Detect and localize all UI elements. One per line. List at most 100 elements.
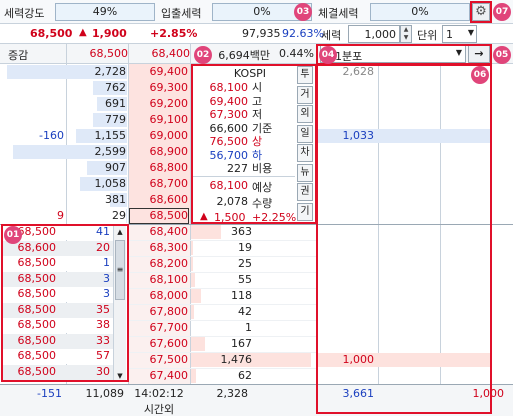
seryeok-spinner[interactable]: ▲ ▼ — [400, 25, 412, 43]
bid-price[interactable]: 67,800 — [128, 304, 189, 320]
expected-price: 68,100 — [209, 179, 249, 192]
change-value: 1,900 — [92, 27, 127, 40]
bid-price[interactable]: 67,400 — [128, 368, 189, 384]
tick-qty: 30 — [96, 364, 110, 378]
dist-value: 1,000 — [342, 353, 375, 366]
ask-qty[interactable]: 1,155 — [66, 128, 127, 144]
side-tab[interactable]: 일 — [297, 124, 313, 143]
bid-price[interactable]: 68,400 — [128, 224, 189, 240]
ask-qty[interactable]: 2,599 — [66, 144, 127, 160]
spin-up-icon[interactable]: ▲ — [401, 26, 411, 34]
interval-value: 1분포 — [335, 50, 363, 63]
expected-qty-label: 수량 — [252, 197, 273, 210]
side-tab[interactable]: 기 — [297, 202, 313, 221]
tick-price: 68,500 — [17, 333, 57, 347]
ask-qty[interactable]: 691 — [66, 96, 126, 112]
danwi-value: 1 — [446, 28, 453, 41]
ask-qty[interactable]: 381 — [66, 192, 126, 208]
dist-value: 2,628 — [342, 65, 375, 78]
bid-row-divider — [128, 256, 316, 257]
bid-row-divider — [128, 336, 316, 337]
ask-qty[interactable]: 762 — [66, 80, 126, 96]
bid-qty[interactable]: 42 — [192, 304, 252, 320]
volume-pct: 92.63% — [282, 27, 324, 40]
ask-diff — [2, 80, 64, 96]
callout-01: 01 — [4, 226, 22, 244]
bid-qty[interactable]: 19 — [192, 240, 252, 256]
side-tab[interactable]: 뉴 — [297, 163, 313, 182]
mid-separator — [0, 224, 513, 225]
spin-down-icon[interactable]: ▼ — [401, 34, 411, 42]
side-tab[interactable]: 권 — [297, 183, 313, 201]
danwi-select[interactable]: 1 ▼ — [442, 25, 477, 43]
footer-ask-total: 11,089 — [85, 387, 125, 400]
ask-qty[interactable]: 29 — [66, 208, 126, 224]
bid-price[interactable]: 67,600 — [128, 336, 189, 352]
callout-04: 04 — [319, 46, 337, 64]
side-tab[interactable]: 차 — [297, 144, 313, 162]
bid-qty[interactable]: 167 — [192, 336, 252, 352]
tick-price: 68,500 — [17, 364, 57, 378]
ask-diff: -160 — [39, 129, 64, 142]
scroll-up-icon[interactable]: ▲ — [114, 226, 126, 238]
side-tab[interactable]: 투 — [297, 66, 313, 84]
seryeok-value: 1,000 — [364, 28, 397, 41]
scroll-down-icon[interactable]: ▼ — [114, 370, 126, 382]
index-name: KOSPI — [233, 67, 267, 80]
info-divider — [192, 176, 295, 177]
tick-scrollbar[interactable]: ▲ ≡ ▼ — [113, 226, 126, 382]
ask-price[interactable]: 69,300 — [128, 80, 189, 96]
side-tab[interactable]: 거 — [297, 85, 313, 104]
ask-price[interactable]: 69,000 — [128, 128, 189, 144]
bid-price[interactable]: 68,200 — [128, 256, 189, 272]
callout-03: 03 — [294, 3, 312, 21]
info-label: 저 — [252, 108, 263, 121]
bid-price[interactable]: 67,500 — [128, 352, 189, 368]
info-value: 67,300 — [209, 108, 249, 121]
bid-row-divider — [128, 320, 316, 321]
ask-qty[interactable]: 907 — [66, 160, 126, 176]
ask-total-top: 68,500 — [89, 47, 129, 60]
bid-qty[interactable]: 25 — [192, 256, 252, 272]
scroll-thumb[interactable]: ≡ — [115, 240, 125, 300]
ask-qty[interactable]: 2,728 — [66, 64, 127, 80]
info-value: 227 — [227, 162, 248, 175]
bid-row-divider — [128, 352, 316, 353]
bid-price[interactable]: 67,700 — [128, 320, 189, 336]
bid-qty[interactable]: 1 — [192, 320, 252, 336]
ask-qty[interactable]: 1,058 — [66, 176, 127, 192]
ask-price[interactable]: 68,700 — [128, 176, 189, 192]
ask-price[interactable]: 69,400 — [128, 64, 189, 80]
bid-qty[interactable]: 62 — [192, 368, 252, 384]
info-value: 56,700 — [209, 148, 249, 162]
ask-qty[interactable]: 779 — [66, 112, 126, 128]
ask-price[interactable]: 69,200 — [128, 96, 189, 112]
ask-diff — [2, 144, 64, 160]
bid-qty[interactable]: 55 — [192, 272, 252, 288]
settings-button[interactable]: ⚙ — [472, 3, 490, 21]
bid-price[interactable]: 68,100 — [128, 272, 189, 288]
bid-qty[interactable]: 363 — [192, 224, 252, 240]
ask-price[interactable]: 68,600 — [128, 192, 189, 208]
tick-price: 68,500 — [17, 318, 57, 331]
ask-volume-bar — [126, 209, 127, 223]
change-rate: +2.85% — [150, 27, 198, 40]
bid-price[interactable]: 68,300 — [128, 240, 189, 256]
expected-change: 1,500 — [214, 211, 246, 224]
bid-price[interactable]: 68,000 — [128, 288, 189, 304]
arrow-right-icon: → — [474, 47, 484, 60]
side-tab[interactable]: 외 — [297, 105, 313, 123]
tick-qty: 3 — [103, 287, 110, 300]
bid-qty[interactable]: 1,476 — [192, 352, 253, 368]
footer-time-label: 시간외 — [143, 403, 175, 416]
info-value: 68,100 — [209, 81, 249, 94]
ask-price[interactable]: 68,900 — [128, 144, 189, 160]
go-button[interactable]: → — [468, 45, 490, 63]
ask-price[interactable]: 68,800 — [128, 160, 189, 176]
bid-qty[interactable]: 118 — [192, 288, 252, 304]
interval-select[interactable]: 1분포 ▼ — [320, 45, 466, 63]
volume: 97,935 — [242, 27, 281, 40]
ask-price[interactable]: 69,100 — [128, 112, 189, 128]
seryeok-input[interactable]: 1,000 — [348, 25, 400, 43]
footer-bid-total: 2,328 — [216, 387, 249, 400]
